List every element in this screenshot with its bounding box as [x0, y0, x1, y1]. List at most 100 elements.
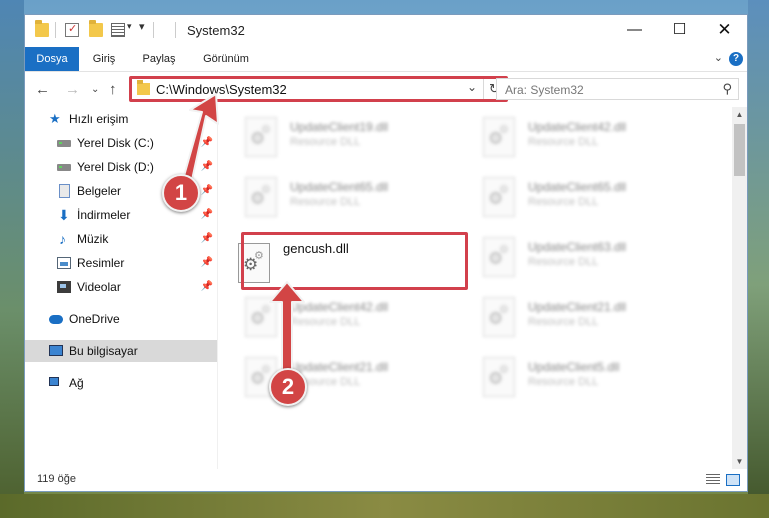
sidebar-item-label: İndirmeler [77, 208, 131, 222]
file-name: UpdateClient65.dll [528, 180, 627, 194]
sidebar-item-label: Ağ [69, 376, 84, 390]
back-arrow-icon[interactable]: ← [35, 81, 50, 98]
file-type: Resource DLL [290, 196, 361, 208]
search-placeholder: Ara: System32 [505, 83, 584, 97]
file-item[interactable]: UpdateClient21.dll Resource DLL [456, 289, 678, 341]
close-button[interactable]: ✕ [702, 15, 747, 45]
file-item[interactable]: UpdateClient42.dll Resource DLL [218, 289, 440, 341]
sidebar-item-label: Yerel Disk (C:) [77, 136, 154, 150]
sidebar-item-network[interactable]: Ağ [25, 372, 217, 394]
sidebar-item-pictures[interactable]: Resimler 📌 [25, 252, 217, 274]
expand-ribbon-icon[interactable]: ⌄ [714, 51, 723, 64]
properties-icon[interactable] [65, 22, 79, 37]
recent-locations-icon[interactable]: ⌄ [91, 84, 99, 95]
folder-icon[interactable] [35, 20, 49, 37]
scroll-up-icon[interactable]: ▲ [732, 107, 747, 122]
forward-arrow-icon[interactable]: → [65, 81, 80, 98]
status-bar: 119 öğe [25, 469, 747, 491]
dll-file-icon [245, 177, 277, 217]
file-name: UpdateClient5.dll [528, 360, 620, 374]
tab-share[interactable]: Paylaş [135, 47, 183, 71]
sidebar-item-this-pc[interactable]: Bu bilgisayar [25, 340, 217, 362]
dll-file-icon [245, 297, 277, 337]
ribbon-tabs: Dosya Giriş Paylaş Görünüm ⌄ ? [25, 47, 747, 72]
download-arrow-icon: ⬇ [58, 207, 70, 223]
sidebar-item-quick-access[interactable]: ★ Hızlı erişim [25, 108, 217, 130]
dll-file-icon [483, 237, 515, 277]
pin-icon[interactable]: 📌 [201, 180, 213, 202]
file-item[interactable]: UpdateClient65.dll Resource DLL [218, 169, 440, 221]
pin-icon[interactable]: 📌 [201, 204, 213, 226]
sidebar-item-onedrive[interactable]: OneDrive [25, 308, 217, 330]
music-note-icon: ♪ [59, 231, 66, 247]
sidebar-item-label: OneDrive [69, 312, 120, 326]
callout-badge-2: 2 [269, 368, 307, 406]
file-item[interactable]: UpdateClient63.dll Resource DLL [456, 229, 678, 281]
drive-icon [57, 164, 71, 171]
sidebar-item-music[interactable]: ♪ Müzik 📌 [25, 228, 217, 250]
search-box[interactable]: Ara: System32 ⚲ [496, 78, 739, 100]
dll-file-icon [483, 297, 515, 337]
details-view-icon[interactable] [706, 474, 720, 486]
file-name: UpdateClient42.dll [290, 300, 389, 314]
pin-icon[interactable]: 📌 [201, 156, 213, 178]
sidebar-item-label: Videolar [77, 280, 121, 294]
dll-file-icon [483, 177, 515, 217]
desktop-background-left [0, 0, 24, 518]
pin-icon[interactable]: 📌 [201, 132, 213, 154]
sidebar-item-label: Hızlı erişim [69, 112, 129, 126]
search-icon[interactable]: ⚲ [722, 81, 732, 97]
scroll-thumb[interactable] [734, 124, 745, 176]
file-item[interactable]: UpdateClient65.dll Resource DLL [456, 169, 678, 221]
view-options-icon[interactable] [111, 23, 125, 37]
pin-icon[interactable]: 📌 [201, 228, 213, 250]
callout-badge-1: 1 [162, 174, 200, 212]
tab-file[interactable]: Dosya [25, 47, 79, 71]
drive-icon [57, 140, 71, 147]
up-arrow-icon[interactable]: ↑ [109, 81, 117, 98]
help-icon[interactable]: ? [729, 52, 743, 66]
file-name: UpdateClient42.dll [528, 120, 627, 134]
large-icons-view-icon[interactable] [726, 474, 740, 486]
maximize-button[interactable]: ☐ [657, 15, 702, 45]
file-item[interactable]: UpdateClient21.dll Resource DLL [218, 349, 440, 401]
documents-icon [59, 184, 70, 198]
file-type: Resource DLL [290, 136, 361, 148]
sidebar-item-label: Müzik [77, 232, 109, 246]
file-type: Resource DLL [528, 256, 599, 268]
vertical-scrollbar[interactable]: ▲ ▼ [732, 107, 747, 469]
sidebar-item-videos[interactable]: Videolar 📌 [25, 276, 217, 298]
chevron-down-icon[interactable]: ▾ [127, 21, 132, 32]
pin-icon[interactable]: 📌 [201, 276, 213, 298]
desktop-background-bottom [0, 494, 769, 518]
sidebar-item-label: Yerel Disk (D:) [77, 160, 154, 174]
sidebar-item-label: Bu bilgisayar [69, 344, 138, 358]
file-name: UpdateClient21.dll [290, 360, 389, 374]
pin-icon[interactable]: 📌 [201, 252, 213, 274]
pictures-icon [57, 257, 71, 269]
cloud-icon [49, 315, 63, 324]
file-name: UpdateClient21.dll [528, 300, 627, 314]
sidebar-item-local-disk-c[interactable]: Yerel Disk (C:) 📌 [25, 132, 217, 154]
computer-icon [49, 345, 63, 356]
file-highlight [241, 232, 468, 290]
minimize-button[interactable]: — [612, 15, 657, 45]
file-type: Resource DLL [528, 136, 599, 148]
file-type: Resource DLL [528, 376, 599, 388]
file-item[interactable]: UpdateClient19.dll Resource DLL [218, 109, 440, 161]
navigation-bar: ← → ⌄ ↑ C:\Windows\System32 ⌄ ↻ Ara: Sys… [25, 72, 747, 106]
customize-toolbar-icon[interactable]: ▾ [139, 20, 145, 33]
file-item[interactable]: UpdateClient42.dll Resource DLL [456, 109, 678, 161]
item-count: 119 öğe [37, 473, 76, 485]
new-folder-icon[interactable] [89, 20, 103, 37]
video-film-icon [57, 281, 71, 293]
navigation-pane: ★ Hızlı erişim Yerel Disk (C:) 📌 Yerel D… [25, 107, 217, 469]
scroll-down-icon[interactable]: ▼ [732, 454, 747, 469]
tab-home[interactable]: Giriş [82, 47, 126, 71]
file-type: Resource DLL [528, 316, 599, 328]
file-type: Resource DLL [290, 316, 361, 328]
file-type: Resource DLL [528, 196, 599, 208]
file-item[interactable]: UpdateClient5.dll Resource DLL [456, 349, 678, 401]
file-name: UpdateClient63.dll [528, 240, 627, 254]
tab-view[interactable]: Görünüm [195, 47, 257, 71]
